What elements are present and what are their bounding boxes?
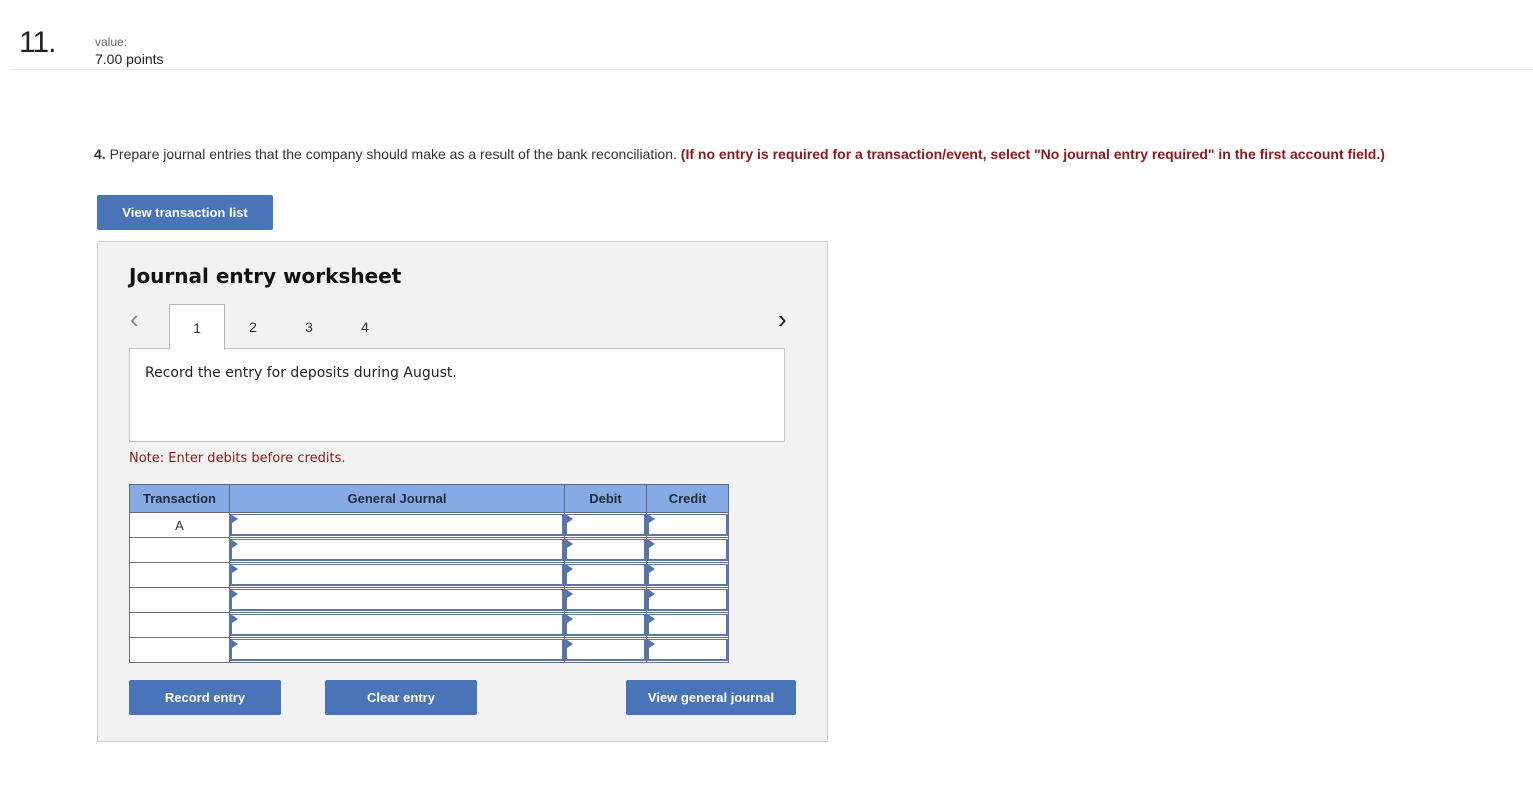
credit-cell bbox=[646, 512, 729, 538]
account-dropdown[interactable] bbox=[230, 589, 564, 611]
journal-table: Transaction General Journal Debit Credit… bbox=[129, 484, 729, 663]
header-debit: Debit bbox=[564, 484, 647, 513]
debit-input[interactable] bbox=[565, 639, 646, 661]
tab-1[interactable]: 1 bbox=[169, 304, 225, 350]
credit-cell bbox=[646, 562, 729, 588]
credit-input[interactable] bbox=[647, 514, 728, 536]
chevron-left-icon[interactable]: ‹ bbox=[130, 306, 148, 332]
table-row bbox=[129, 637, 729, 663]
credit-input[interactable] bbox=[647, 614, 728, 636]
account-dropdown[interactable] bbox=[230, 514, 564, 536]
debit-cell bbox=[564, 612, 647, 638]
credit-input[interactable] bbox=[647, 564, 728, 586]
transaction-cell bbox=[129, 612, 230, 638]
transaction-cell bbox=[129, 637, 230, 663]
credit-cell bbox=[646, 612, 729, 638]
header-divider bbox=[10, 69, 1533, 70]
debit-input[interactable] bbox=[565, 564, 646, 586]
transaction-cell: A bbox=[129, 512, 230, 538]
debit-input[interactable] bbox=[565, 514, 646, 536]
note: Note: Enter debits before credits. bbox=[129, 451, 346, 466]
debit-input[interactable] bbox=[565, 614, 646, 636]
view-transaction-list-button[interactable]: View transaction list bbox=[97, 195, 273, 230]
account-cell bbox=[229, 612, 565, 638]
account-cell bbox=[229, 587, 565, 613]
credit-input[interactable] bbox=[647, 639, 728, 661]
part-number: 4. bbox=[94, 146, 106, 162]
description-text: Record the entry for deposits during Aug… bbox=[145, 365, 457, 381]
account-dropdown[interactable] bbox=[230, 639, 564, 661]
instruction: 4. Prepare journal entries that the comp… bbox=[94, 146, 1385, 162]
tab-2[interactable]: 2 bbox=[225, 304, 281, 349]
credit-input[interactable] bbox=[647, 539, 728, 561]
debit-cell bbox=[564, 637, 647, 663]
account-dropdown[interactable] bbox=[230, 564, 564, 586]
debit-input[interactable] bbox=[565, 539, 646, 561]
question-number: 11. bbox=[19, 26, 56, 59]
debit-input[interactable] bbox=[565, 589, 646, 611]
tab-4[interactable]: 4 bbox=[337, 304, 393, 349]
header-general-journal: General Journal bbox=[229, 484, 565, 513]
table-row bbox=[129, 612, 729, 638]
table-row: A bbox=[129, 512, 729, 538]
clear-entry-button[interactable]: Clear entry bbox=[325, 680, 477, 715]
credit-input[interactable] bbox=[647, 589, 728, 611]
header-transaction: Transaction bbox=[129, 484, 230, 513]
debit-cell bbox=[564, 512, 647, 538]
account-dropdown[interactable] bbox=[230, 539, 564, 561]
debit-cell bbox=[564, 587, 647, 613]
credit-cell bbox=[646, 537, 729, 563]
description-box: Record the entry for deposits during Aug… bbox=[129, 348, 785, 442]
table-header-row: Transaction General Journal Debit Credit bbox=[129, 484, 729, 513]
table-row bbox=[129, 562, 729, 588]
table-row bbox=[129, 587, 729, 613]
account-cell bbox=[229, 512, 565, 538]
account-cell bbox=[229, 562, 565, 588]
worksheet-title: Journal entry worksheet bbox=[129, 264, 402, 288]
credit-cell bbox=[646, 587, 729, 613]
header-credit: Credit bbox=[646, 484, 729, 513]
account-cell bbox=[229, 537, 565, 563]
instruction-text: Prepare journal entries that the company… bbox=[105, 146, 681, 162]
debit-cell bbox=[564, 562, 647, 588]
view-general-journal-button[interactable]: View general journal bbox=[626, 680, 796, 715]
instruction-emphasis: (If no entry is required for a transacti… bbox=[680, 146, 1385, 162]
question-value-label: value: bbox=[95, 35, 128, 49]
tab-3[interactable]: 3 bbox=[281, 304, 337, 349]
journal-entry-worksheet: Journal entry worksheet ‹ 1 2 3 4 › Reco… bbox=[97, 241, 828, 742]
account-cell bbox=[229, 637, 565, 663]
question-value: 7.00 points bbox=[95, 51, 164, 67]
transaction-cell bbox=[129, 562, 230, 588]
record-entry-button[interactable]: Record entry bbox=[129, 680, 281, 715]
table-row bbox=[129, 537, 729, 563]
credit-cell bbox=[646, 637, 729, 663]
transaction-cell bbox=[129, 537, 230, 563]
chevron-right-icon[interactable]: › bbox=[778, 306, 796, 332]
debit-cell bbox=[564, 537, 647, 563]
transaction-cell bbox=[129, 587, 230, 613]
account-dropdown[interactable] bbox=[230, 614, 564, 636]
